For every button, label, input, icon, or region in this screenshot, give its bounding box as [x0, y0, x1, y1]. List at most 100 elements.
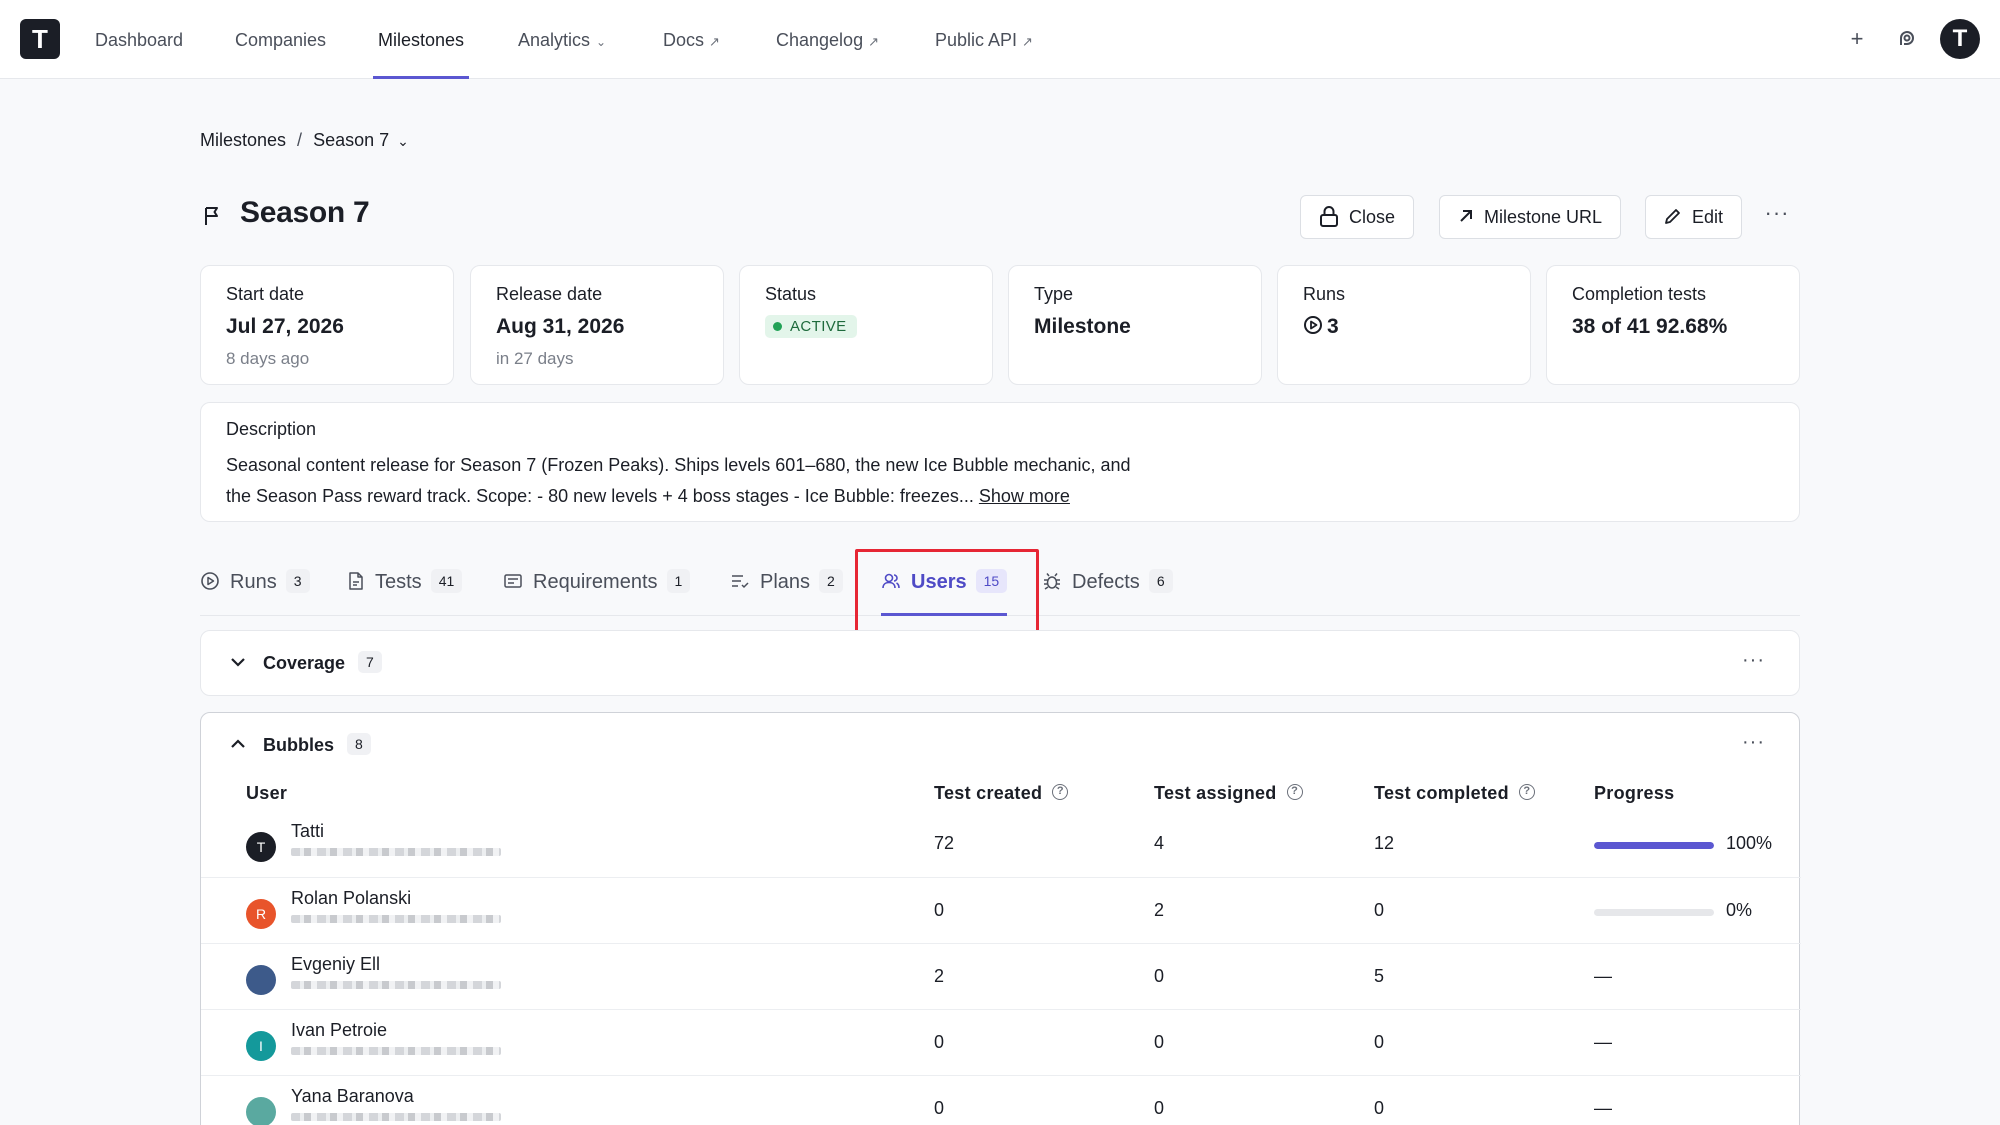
tab-plans[interactable]: Plans 2	[730, 562, 843, 616]
tab-users-label: Users	[911, 571, 967, 593]
release-date-relative: in 27 days	[496, 349, 574, 368]
breadcrumb-root[interactable]: Milestones	[200, 130, 286, 150]
app-logo[interactable]: T	[20, 19, 60, 59]
table-row[interactable]: R Rolan Polanski 0 2 0 0%	[201, 877, 1801, 943]
tab-bar: Runs 3 Tests 41 Requirements 1 Plans 2 Users…	[200, 562, 1800, 616]
avatar: I	[246, 1031, 276, 1061]
help-icon[interactable]: ?	[1052, 784, 1069, 801]
help-icon[interactable]: ?	[1518, 784, 1535, 801]
tab-plans-count: 2	[819, 568, 843, 593]
column-test-assigned[interactable]: Test assigned?	[1154, 783, 1303, 804]
nav-milestones[interactable]: Milestones	[372, 0, 470, 79]
more-options-icon[interactable]: ···	[1742, 731, 1765, 754]
user-name[interactable]: Evgeniy Ell	[291, 954, 380, 975]
status-badge: ACTIVE	[765, 315, 857, 338]
test-completed-value: 12	[1374, 833, 1395, 853]
group-bubbles-header[interactable]: Bubbles 8	[229, 713, 371, 777]
column-test-completed-label: Test completed	[1374, 783, 1509, 803]
nav-analytics[interactable]: Analytics ⌄	[518, 0, 606, 79]
column-user[interactable]: User	[246, 783, 287, 804]
table-row[interactable]: I Ivan Petroie 0 0 0 —	[201, 1009, 1801, 1075]
breadcrumb-separator: /	[297, 130, 303, 150]
document-icon	[349, 571, 363, 590]
start-date-card: Start date Jul 27, 2026 8 days ago	[200, 265, 454, 385]
nav-dashboard[interactable]: Dashboard	[95, 0, 183, 79]
nav-changelog[interactable]: Changelog ↗	[776, 0, 879, 79]
nav-docs-label: Docs	[663, 30, 705, 50]
group-coverage-name: Coverage	[263, 653, 346, 673]
start-date-label: Start date	[226, 284, 305, 304]
tab-users-count: 15	[975, 568, 1008, 593]
lock-icon	[1320, 206, 1338, 228]
runs-value-wrap: 3	[1303, 315, 1505, 339]
column-test-created[interactable]: Test created?	[934, 783, 1069, 804]
nav-public-api[interactable]: Public API ↗	[935, 0, 1033, 79]
test-assigned-value: 4	[1154, 833, 1165, 853]
user-avatar[interactable]: T	[1940, 19, 1980, 59]
milestone-url-button[interactable]: Milestone URL	[1439, 195, 1622, 239]
external-link-icon: ↗	[1022, 34, 1033, 49]
progress-percent: 0%	[1726, 900, 1753, 920]
show-more-link[interactable]: Show more	[979, 486, 1070, 506]
chevron-down-icon[interactable]: ⌄	[397, 133, 409, 149]
avatar	[246, 965, 276, 995]
nav-public-api-label: Public API	[935, 30, 1018, 50]
more-options-icon[interactable]: ···	[1762, 202, 1792, 232]
column-test-completed[interactable]: Test completed?	[1374, 783, 1535, 804]
test-created-value: 0	[934, 1098, 945, 1118]
tab-users[interactable]: Users 15	[881, 562, 1008, 616]
nav-dashboard-label: Dashboard	[95, 30, 184, 50]
tab-runs-label: Runs	[230, 571, 277, 593]
close-button[interactable]: Close	[1300, 195, 1415, 239]
description-panel: Description Seasonal content release for…	[200, 402, 1800, 522]
nav-docs[interactable]: Docs ↗	[663, 0, 720, 79]
help-icon[interactable]: ?	[1286, 784, 1303, 801]
user-name[interactable]: Tatti	[291, 821, 324, 842]
nav-companies[interactable]: Companies	[235, 0, 326, 79]
more-options-icon[interactable]: ···	[1742, 649, 1765, 672]
milestone-url-label: Milestone URL	[1484, 207, 1603, 227]
release-date-card: Release date Aug 31, 2026 in 27 days	[470, 265, 724, 385]
nav-milestones-label: Milestones	[378, 30, 465, 50]
progress-empty: —	[1594, 966, 1612, 986]
test-assigned-value: 0	[1154, 1032, 1165, 1052]
tab-tests[interactable]: Tests 41	[347, 562, 463, 616]
tab-defects-count: 6	[1148, 568, 1173, 593]
user-name[interactable]: Rolan Polanski	[291, 888, 411, 909]
support-icon[interactable]	[1890, 22, 1924, 56]
group-bubbles: Bubbles 8 ··· User Test created? Test ass…	[200, 712, 1801, 1125]
tab-tests-label: Tests	[375, 571, 422, 593]
completion-tests-label: Completion tests	[1572, 284, 1707, 304]
runs-label: Runs	[1303, 284, 1346, 304]
user-name[interactable]: Ivan Petroie	[291, 1020, 387, 1041]
breadcrumb-current[interactable]: Season 7	[313, 130, 389, 150]
user-email-redacted	[291, 1047, 501, 1055]
tab-plans-label: Plans	[760, 571, 811, 593]
test-completed-value: 5	[1374, 966, 1385, 986]
column-progress[interactable]: Progress	[1594, 783, 1674, 804]
bug-icon	[1044, 572, 1060, 590]
tab-runs[interactable]: Runs 3	[200, 562, 310, 616]
progress-empty: —	[1594, 1032, 1612, 1052]
close-button-label: Close	[1349, 207, 1396, 227]
table-row[interactable]: Yana Baranova 0 0 0 —	[201, 1075, 1801, 1125]
user-name[interactable]: Yana Baranova	[291, 1086, 414, 1107]
play-circle-icon	[201, 571, 219, 590]
tab-requirements[interactable]: Requirements 1	[503, 562, 691, 616]
tab-defects[interactable]: Defects 6	[1042, 562, 1173, 616]
avatar: T	[246, 832, 276, 862]
table-row[interactable]: Evgeniy Ell 2 0 5 —	[201, 943, 1801, 1009]
nav-companies-label: Companies	[235, 30, 327, 50]
tab-tests-count: 41	[430, 568, 463, 593]
type-card: Type Milestone	[1008, 265, 1262, 385]
table-row[interactable]: T Tatti 72 4 12 100%	[201, 811, 1801, 877]
add-icon[interactable]: +	[1840, 22, 1874, 56]
avatar	[246, 1097, 276, 1125]
status-card: Status ACTIVE	[739, 265, 993, 385]
nav-changelog-label: Changelog	[776, 30, 864, 50]
progress-bar	[1594, 842, 1714, 849]
group-coverage-header[interactable]: Coverage 7	[229, 631, 382, 695]
edit-button[interactable]: Edit	[1645, 195, 1743, 239]
column-test-assigned-label: Test assigned	[1154, 783, 1277, 803]
description-text: Seasonal content release for Season 7 (F…	[226, 450, 1226, 512]
